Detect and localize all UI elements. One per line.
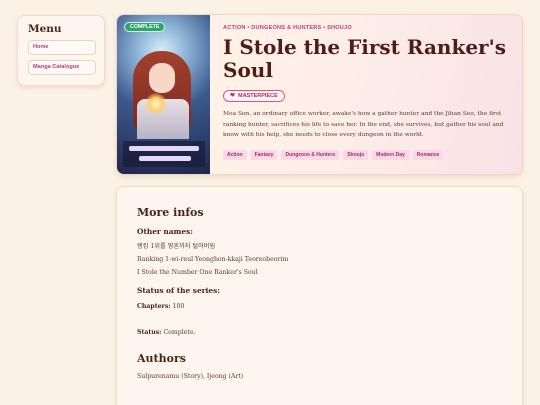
rating-badge: ❤ MASTERPIECE — [223, 90, 285, 102]
other-name-item: Ranking 1-wi-reul Yeonghon-kkaji Teoreob… — [137, 256, 289, 263]
series-status-row: Status: Complete. — [137, 326, 502, 339]
tag-action[interactable]: Action — [223, 149, 247, 160]
chapters-label: Chapters: — [137, 303, 171, 310]
other-name-item: I Stole the Number One Ranker's Soul — [137, 269, 258, 276]
more-infos-card: More infos Other names: 랭킹 1위를 영혼까지 털어버림… — [116, 186, 523, 405]
status-badge: COMPLETE — [124, 22, 166, 32]
series-status-label: Status: — [137, 329, 162, 336]
synopsis: Moa Son, an ordinary office worker, awak… — [223, 111, 504, 138]
other-names-list: 랭킹 1위를 영혼까지 털어버림 Ranking 1-wi-reul Yeong… — [137, 240, 502, 279]
other-names-heading: Other names: — [137, 227, 193, 236]
authors-value: Sulpurenamu (Story), Ijeong (Art) — [137, 373, 244, 380]
menu-title: Menu — [28, 23, 62, 35]
chapters-row: Chapters: 100 — [137, 300, 502, 313]
other-name-item: 랭킹 1위를 영혼까지 털어버림 — [137, 243, 216, 250]
tag-fantasy[interactable]: Fantasy — [250, 149, 278, 160]
tag-modern-day[interactable]: Modern Day — [372, 149, 409, 160]
more-infos-heading: More infos — [137, 206, 204, 219]
genres-line: ACTION • DUNGEONS & HUNTERS • SHOUJO — [223, 25, 352, 31]
tag-romance[interactable]: Romance — [412, 149, 444, 160]
tag-list: Action Fantasy Dungeons & Hunters Shoujo… — [223, 149, 515, 160]
sidebar-menu: Menu Home Manga Catalogue — [17, 15, 105, 86]
chapters-value: 100 — [172, 303, 185, 310]
tag-shoujo[interactable]: Shoujo — [343, 149, 369, 160]
heart-icon: ❤ — [230, 93, 236, 99]
rating-badge-label: MASTERPIECE — [238, 93, 278, 99]
authors-heading: Authors — [137, 352, 186, 365]
tag-dungeons-hunters[interactable]: Dungeons & Hunters — [281, 149, 340, 160]
menu-item-home[interactable]: Home — [28, 40, 96, 55]
manga-hero-card: COMPLETE ACTION • DUNGEONS & HUNTERS • S… — [116, 14, 523, 175]
series-status-value: Complete. — [163, 329, 196, 336]
manga-cover-image: COMPLETE — [117, 15, 210, 174]
manga-title: I Stole the First Ranker's Soul — [223, 35, 506, 82]
status-heading: Status of the series: — [137, 286, 220, 295]
menu-item-manga-catalogue[interactable]: Manga Catalogue — [28, 60, 96, 75]
